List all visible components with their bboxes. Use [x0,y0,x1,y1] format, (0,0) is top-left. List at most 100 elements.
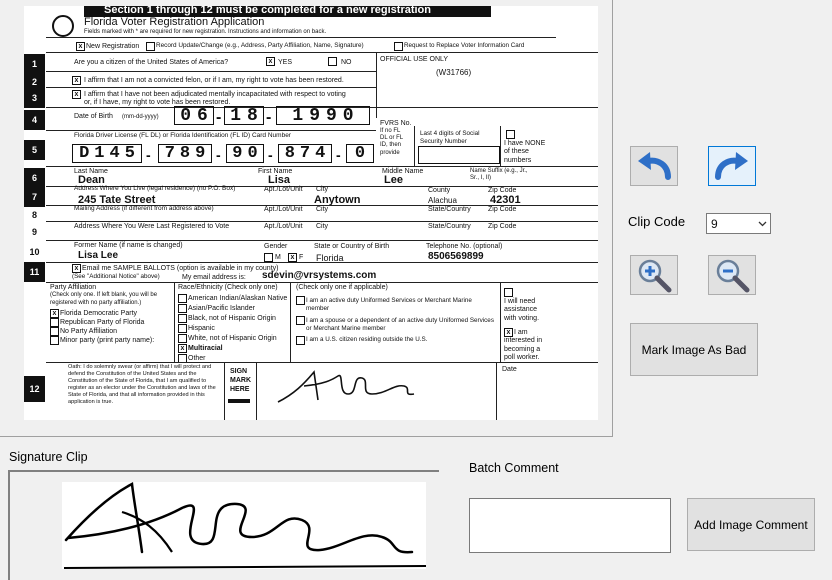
need-assist: I will need assistance with voting. [504,298,540,322]
gender-f-checkbox: x [288,253,297,262]
date-label: Date [502,366,517,373]
mailing-label: Mailing Address (if different from addre… [74,205,214,212]
race-opt-4-checkbox [178,334,187,343]
section-number-11: 11 [24,262,45,282]
dl-none-note: If no FL DL or FL ID, then provide [380,128,403,156]
chevron-down-icon[interactable] [754,221,770,227]
race-opt-3-checkbox [178,324,187,333]
add-image-comment-button[interactable]: Add Image Comment [687,498,815,551]
rotate-left-icon [638,152,671,180]
batch-comment-input[interactable] [469,498,671,553]
race-opt-2-checkbox [178,314,187,323]
gender-f: F [299,254,304,261]
section-number-12: 12 [24,376,45,402]
poll-worker: I am interested in becoming a poll worke… [504,329,543,362]
party-opt-0: Florida Democratic Party [60,310,138,317]
dl-part-5: 0 [346,144,374,163]
dob-month: 06 [174,106,214,126]
section-number-4: 4 [24,110,45,130]
mailing-city-label: City [316,206,329,213]
section-number-3: 3 [24,88,45,108]
race-opt-0-checkbox [178,294,187,303]
signature-clip-panel[interactable] [8,470,439,580]
email-ballots-checkbox: x [72,264,81,273]
party-sub-2: registered with no party affiliation.) [50,300,142,306]
section-number-10: 10 [29,247,40,257]
service-opt-1-checkbox [296,316,305,325]
option-new-registration: New Registration [86,43,140,50]
none-checkbox [506,130,515,139]
last-zip-label: Zip Code [488,223,517,230]
sign-here-1: SIGN [230,368,248,375]
citizen-yes: YES [278,59,293,66]
county-value: Alachua [428,196,457,205]
dl-part-2: 789 [158,144,212,163]
section-number-9: 9 [31,227,37,237]
service-opt-0-checkbox [296,296,305,305]
race-opt-1: Asian/Pacific Islander [188,305,255,312]
batch-comment-label: Batch Comment [469,461,559,475]
last-registered-label: Address Where You Were Last Registered t… [74,223,230,230]
form-signature-icon [277,370,415,403]
email-ballots-option: Email me SAMPLE BALLOTS (option is avail… [82,265,279,272]
citizen-question: Are you a citizen of the United States o… [74,59,229,66]
party-sub-1: (Check only one. If left blank, you will… [50,292,158,298]
party-opt-2-checkbox [50,327,59,336]
service-opt-2-checkbox [296,336,305,345]
mark-image-bad-button[interactable]: Mark Image As Bad [630,323,758,376]
option-replace-card-checkbox [394,42,403,51]
rotate-left-button[interactable] [630,146,678,186]
clip-code-select[interactable]: 9 [706,213,771,234]
suffix-label: Name Suffix (e.g., Jr., Sr., I, II) [470,168,528,182]
county-label: County [428,187,451,194]
email-see-note: (See "Additional Notice" above) [72,273,160,280]
zoom-in-icon [638,259,672,293]
section-number-6: 6 [24,168,45,188]
mailing-apt-label: Apt./Lot/Unit [264,206,303,213]
dob-day: 18 [224,106,264,126]
dl-label: Florida Driver License (FL DL) or Florid… [74,132,291,139]
official-use-code: (W31766) [436,68,472,77]
form-title: Florida Voter Registration Application [84,16,265,28]
check-apply-note: (Check only one if applicable) [296,284,388,291]
last-state-label: State/Country [428,223,471,230]
option-update: Record Update/Change (e.g., Address, Par… [156,42,364,49]
gender-m: M [275,254,281,261]
signature-clip-label: Signature Clip [9,450,88,464]
dl-part-3: 90 [226,144,264,163]
phone-value: 8506569899 [428,251,484,262]
first-name-value: Lisa [268,174,291,186]
signature-clip-icon [63,482,427,569]
last-apt-label: Apt./Lot/Unit [264,223,303,230]
incap-affirm-checkbox: x [72,90,81,99]
form-image-panel[interactable]: Section 1 through 12 must be completed f… [0,0,613,437]
zoom-out-button[interactable] [708,255,756,295]
sign-here-2: MARK [230,377,251,384]
email-label: My email address is: [182,274,246,281]
signature-clip-image [62,482,427,569]
section-number-1: 1 [24,54,45,74]
voter-registration-form-image[interactable]: Section 1 through 12 must be completed f… [24,6,598,420]
dob-sub: (mm-dd-yyyy) [122,114,159,120]
birth-label: State or Country of Birth [314,243,390,250]
rotate-right-button[interactable] [708,146,756,186]
sign-arrow-icon [228,399,250,403]
section-number-7: 7 [24,187,45,207]
zip-label: Zip Code [488,187,517,194]
address-label: Address Where You Live (legal residence)… [74,185,236,192]
race-title: Race/Ethnicity (Check only one) [178,284,278,291]
dob-year: 1990 [276,106,370,126]
email-value: sdevin@vrsystems.com [262,270,377,281]
former-name-label: Former Name (if name is changed) [74,242,183,249]
race-opt-5-checkbox: x [178,344,187,353]
middle-name-value: Lee [384,174,403,186]
zoom-out-icon [716,259,750,293]
fvrs-label: FVRS No. [380,120,412,127]
service-opt-1: I am a spouse or a dependent of an activ… [306,317,494,332]
section-number-5: 5 [24,140,45,160]
party-opt-0-checkbox: x [50,309,59,318]
party-opt-2: No Party Affiliation [60,328,118,335]
apt-label: Apt./Lot/Unit [264,186,303,193]
service-opt-2: I am a U.S. citizen residing outside the… [306,336,428,343]
zoom-in-button[interactable] [630,255,678,295]
